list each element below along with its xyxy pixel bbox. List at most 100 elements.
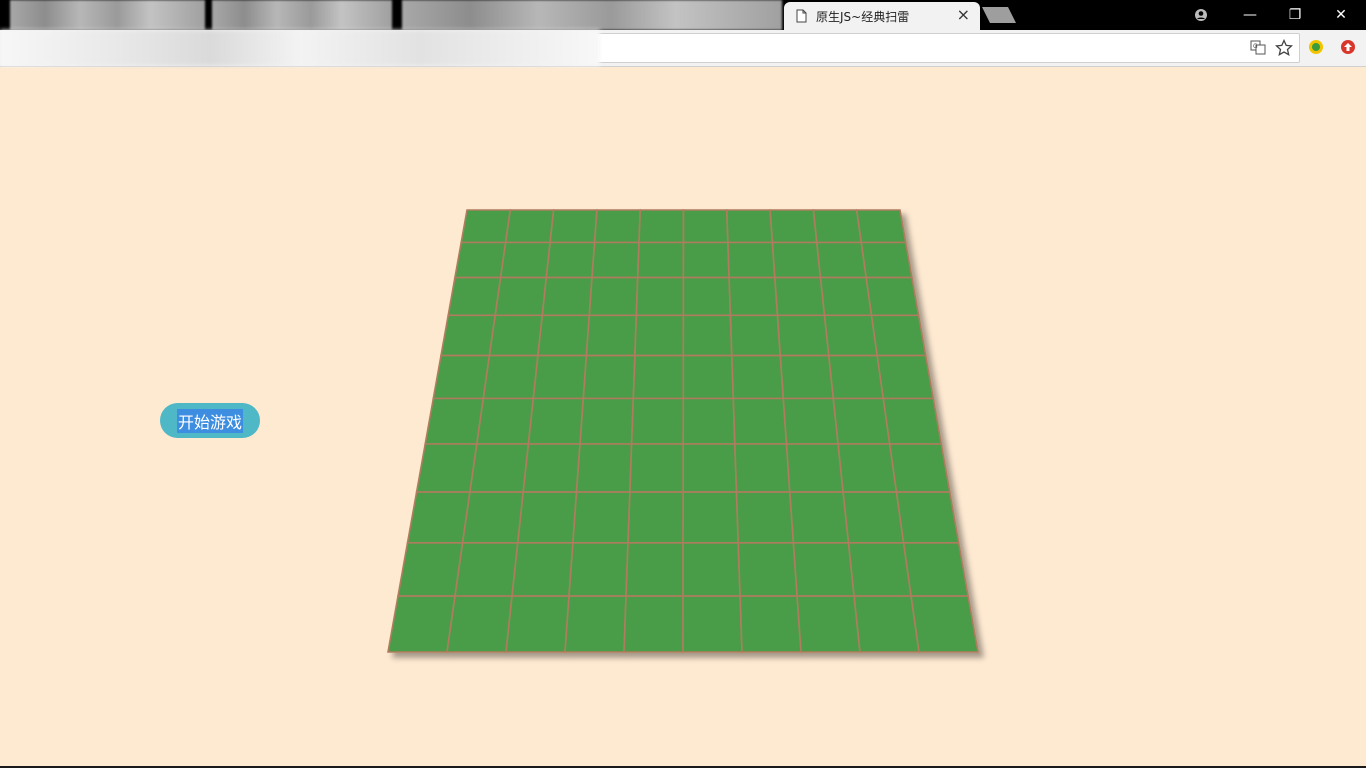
board-cell[interactable]: [788, 491, 850, 544]
board-cell[interactable]: [910, 595, 979, 653]
board-cell[interactable]: [812, 209, 863, 244]
board-cell[interactable]: [847, 541, 913, 597]
board-cell[interactable]: [629, 443, 685, 493]
board-cell[interactable]: [682, 209, 729, 244]
board-cell[interactable]: [447, 276, 502, 317]
board-cell[interactable]: [415, 443, 478, 493]
board-cell[interactable]: [635, 276, 685, 317]
board-cell[interactable]: [579, 397, 635, 445]
board-cell[interactable]: [860, 241, 913, 279]
board-cell[interactable]: [387, 595, 456, 653]
board-cell[interactable]: [636, 241, 685, 279]
board-cell[interactable]: [505, 595, 570, 653]
board-cell[interactable]: [739, 595, 802, 653]
board-cell[interactable]: [902, 541, 970, 597]
board-cell[interactable]: [682, 595, 743, 653]
board-cell[interactable]: [568, 541, 629, 597]
board-cell[interactable]: [682, 397, 736, 445]
board-cell[interactable]: [725, 209, 774, 244]
board-cell[interactable]: [733, 443, 791, 493]
board-cell[interactable]: [572, 491, 631, 544]
board-cell[interactable]: [634, 314, 685, 357]
board-cell[interactable]: [511, 541, 574, 597]
board-cell[interactable]: [504, 209, 555, 244]
board-cell[interactable]: [882, 397, 943, 445]
board-cell[interactable]: [796, 595, 861, 653]
board-cell[interactable]: [582, 354, 636, 400]
board-cell[interactable]: [625, 541, 684, 597]
board-cell[interactable]: [827, 354, 885, 400]
board-cell[interactable]: [732, 397, 788, 445]
board-cell[interactable]: [591, 241, 640, 279]
board-cell[interactable]: [475, 397, 535, 445]
board-cell[interactable]: [627, 491, 685, 544]
board-cell[interactable]: [549, 209, 598, 244]
board-cell[interactable]: [773, 276, 826, 317]
board-cell[interactable]: [682, 443, 738, 493]
board-cell[interactable]: [779, 354, 835, 400]
board-cell[interactable]: [632, 354, 685, 400]
board-cell[interactable]: [454, 541, 519, 597]
board-cell[interactable]: [785, 443, 844, 493]
board-cell[interactable]: [564, 595, 627, 653]
board-cell[interactable]: [682, 241, 730, 279]
board-cell[interactable]: [575, 443, 633, 493]
board-cell[interactable]: [682, 354, 735, 400]
board-cell[interactable]: [776, 314, 830, 357]
board-cell[interactable]: [424, 397, 485, 445]
board-cell[interactable]: [460, 209, 512, 244]
board-cell[interactable]: [876, 354, 935, 400]
board-cell[interactable]: [638, 209, 685, 244]
board-cell[interactable]: [771, 241, 822, 279]
board-cell[interactable]: [482, 354, 539, 400]
board-cell[interactable]: [729, 314, 782, 357]
board-cell[interactable]: [532, 354, 588, 400]
board-cell[interactable]: [682, 276, 732, 317]
board-cell[interactable]: [522, 443, 581, 493]
board-cell[interactable]: [623, 595, 684, 653]
board-cell[interactable]: [853, 595, 920, 653]
board-cell[interactable]: [446, 595, 513, 653]
board-cell[interactable]: [870, 314, 927, 357]
board-cell[interactable]: [865, 276, 920, 317]
board-cell[interactable]: [461, 491, 525, 544]
board-cell[interactable]: [541, 276, 593, 317]
board-cell[interactable]: [499, 241, 551, 279]
board-cell[interactable]: [537, 314, 591, 357]
board-cell[interactable]: [527, 397, 585, 445]
board-cell[interactable]: [468, 443, 530, 493]
board-cell[interactable]: [682, 541, 741, 597]
board-cell[interactable]: [682, 491, 740, 544]
board-cell[interactable]: [888, 443, 951, 493]
board-cell[interactable]: [728, 276, 779, 317]
board-cell[interactable]: [516, 491, 578, 544]
board-cell[interactable]: [545, 241, 596, 279]
board-cell[interactable]: [440, 314, 497, 357]
board-cell[interactable]: [406, 491, 471, 544]
board-cell[interactable]: [769, 209, 818, 244]
board-cell[interactable]: [735, 491, 795, 544]
board-cell[interactable]: [730, 354, 785, 400]
board-cell[interactable]: [494, 276, 548, 317]
board-cell[interactable]: [432, 354, 491, 400]
board-cell[interactable]: [823, 314, 879, 357]
board-cell[interactable]: [397, 541, 464, 597]
board-cell[interactable]: [895, 491, 960, 544]
board-cell[interactable]: [832, 397, 891, 445]
board-cell[interactable]: [453, 241, 507, 279]
board-cell[interactable]: [488, 314, 544, 357]
board-cell[interactable]: [792, 541, 855, 597]
board-cell[interactable]: [855, 209, 907, 244]
board-cell[interactable]: [593, 209, 642, 244]
board-cell[interactable]: [682, 314, 733, 357]
board-cell[interactable]: [585, 314, 638, 357]
board-cell[interactable]: [819, 276, 873, 317]
board-cell[interactable]: [737, 541, 798, 597]
board-cell[interactable]: [727, 241, 776, 279]
board-cell[interactable]: [815, 241, 868, 279]
board-cell[interactable]: [782, 397, 839, 445]
board-cell[interactable]: [837, 443, 898, 493]
board-cell[interactable]: [842, 491, 905, 544]
board-cell[interactable]: [630, 397, 685, 445]
board-cell[interactable]: [588, 276, 639, 317]
